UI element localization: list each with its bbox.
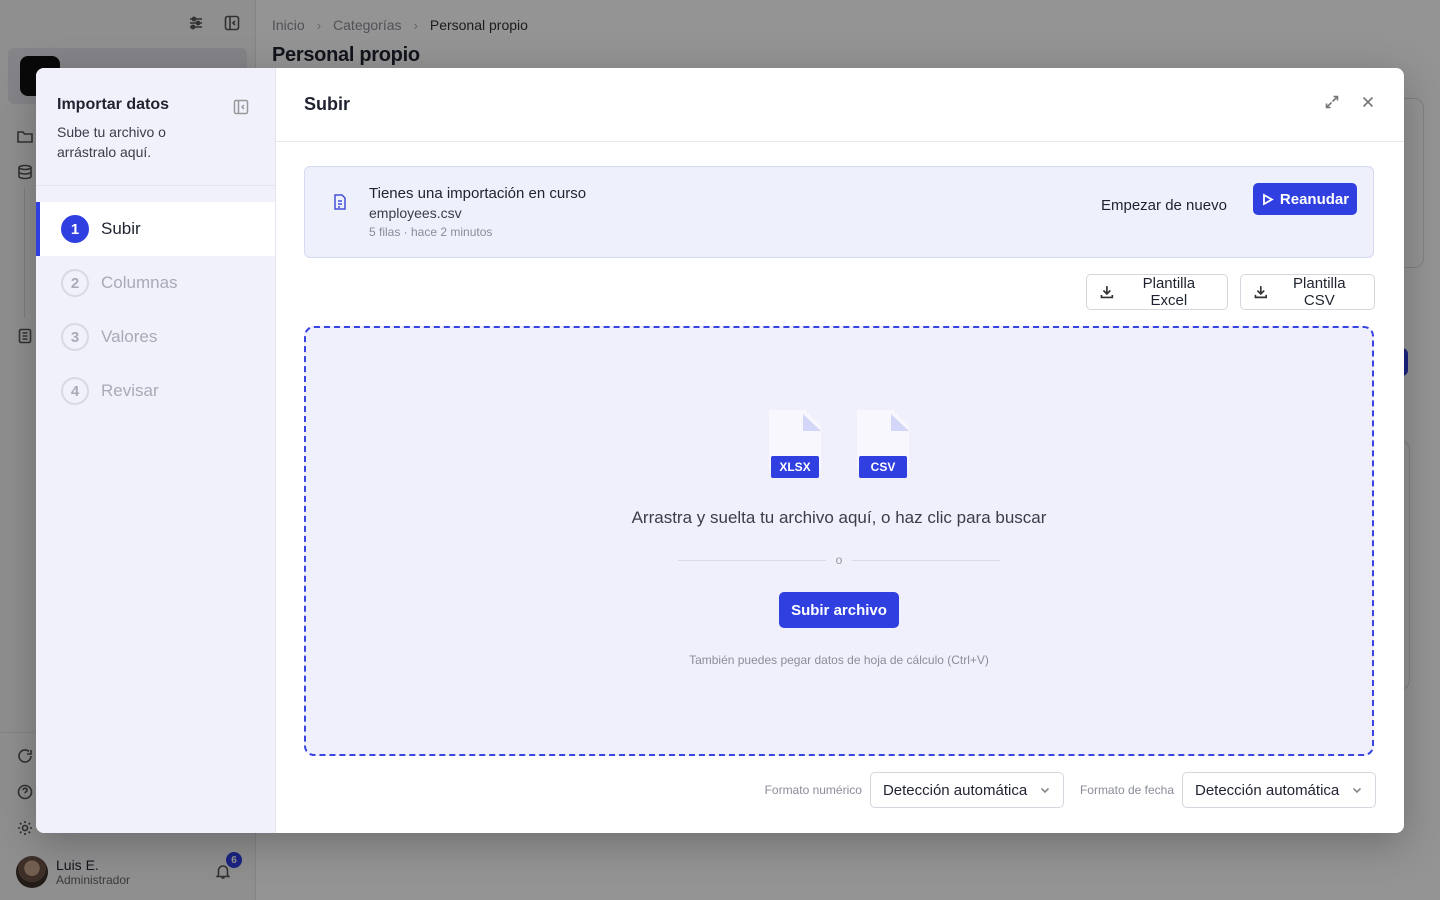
- step-number: 1: [61, 215, 89, 243]
- step-number: 3: [61, 323, 89, 351]
- step-label: Subir: [101, 219, 141, 238]
- chevron-down-icon: [1040, 787, 1050, 794]
- file-document-icon: [331, 193, 349, 211]
- import-modal: Importar datos Sube tu archivo o arrástr…: [36, 68, 1404, 833]
- steps-header: Importar datos Sube tu archivo o arrástr…: [36, 68, 275, 186]
- download-icon: [1100, 286, 1114, 299]
- play-icon: [1263, 192, 1274, 206]
- step-upload[interactable]: 1 Subir: [36, 202, 275, 256]
- step-label: Valores: [101, 327, 158, 346]
- step-values[interactable]: 3 Valores: [36, 310, 275, 364]
- or-divider: o: [678, 552, 1000, 568]
- or-text: o: [835, 553, 843, 567]
- upload-file-button[interactable]: Subir archivo: [779, 592, 899, 628]
- step-label: Columnas: [101, 273, 178, 292]
- start-over-button[interactable]: Empezar de nuevo: [1101, 189, 1227, 221]
- file-type-tag: XLSX: [771, 456, 819, 478]
- modal-title: Subir: [304, 94, 351, 114]
- date-format-label: Formato de fecha: [1079, 783, 1174, 797]
- step-number: 2: [61, 269, 89, 297]
- csv-template-label: Plantilla CSV: [1293, 275, 1346, 309]
- date-format-value: Detección automática: [1195, 781, 1340, 799]
- csv-template-button[interactable]: Plantilla CSV: [1240, 274, 1375, 310]
- step-list: 1 Subir 2 Columnas 3 Valores 4 Revisar: [36, 202, 275, 418]
- number-format-value: Detección automática: [882, 781, 1028, 799]
- steps-subtitle: Sube tu archivo o arrástralo aquí.: [57, 124, 166, 160]
- excel-template-label: Plantilla Excel: [1142, 275, 1196, 309]
- xlsx-file-icon: XLSX: [769, 410, 821, 478]
- file-type-tag: CSV: [859, 456, 907, 478]
- chevron-down-icon: [1352, 787, 1362, 794]
- step-label: Revisar: [101, 381, 159, 400]
- expand-icon[interactable]: [1324, 94, 1340, 115]
- resume-button[interactable]: Reanudar: [1253, 183, 1357, 215]
- step-columns[interactable]: 2 Columnas: [36, 256, 275, 310]
- modal-header: Subir: [276, 68, 1404, 142]
- header-actions: [1324, 94, 1376, 115]
- step-number: 4: [61, 377, 89, 405]
- resume-meta: 5 filas · hace 2 minutos: [369, 225, 493, 239]
- number-format-label: Formato numérico: [764, 783, 862, 797]
- resume-import-banner: Tienes una importación en curso employee…: [304, 166, 1374, 258]
- csv-file-icon: CSV: [857, 410, 909, 478]
- number-format-select[interactable]: Detección automática: [869, 772, 1064, 808]
- import-steps-panel: Importar datos Sube tu archivo o arrástr…: [36, 68, 276, 833]
- resume-filename: employees.csv: [369, 205, 462, 221]
- dropzone-text: Arrastra y suelta tu archivo aquí, o haz…: [631, 508, 1047, 527]
- format-options: Formato numérico Detección automática Fo…: [765, 772, 1376, 808]
- steps-title: Importar datos: [57, 96, 170, 113]
- file-dropzone[interactable]: XLSX CSV Arrastra y suelta tu archivo aq…: [304, 326, 1374, 756]
- collapse-panel-icon[interactable]: [233, 99, 249, 115]
- date-format-select[interactable]: Detección automática: [1182, 772, 1376, 808]
- close-icon[interactable]: [1360, 94, 1376, 115]
- paste-hint: También puedes pegar datos de hoja de cá…: [689, 653, 989, 667]
- resume-button-label: Reanudar: [1279, 190, 1350, 208]
- excel-template-button[interactable]: Plantilla Excel: [1086, 274, 1228, 310]
- import-main-panel: Subir Tienes una importación en curso em…: [276, 68, 1404, 833]
- resume-title: Tienes una importación en curso: [369, 185, 587, 202]
- step-review[interactable]: 4 Revisar: [36, 364, 275, 418]
- download-icon: [1254, 286, 1267, 299]
